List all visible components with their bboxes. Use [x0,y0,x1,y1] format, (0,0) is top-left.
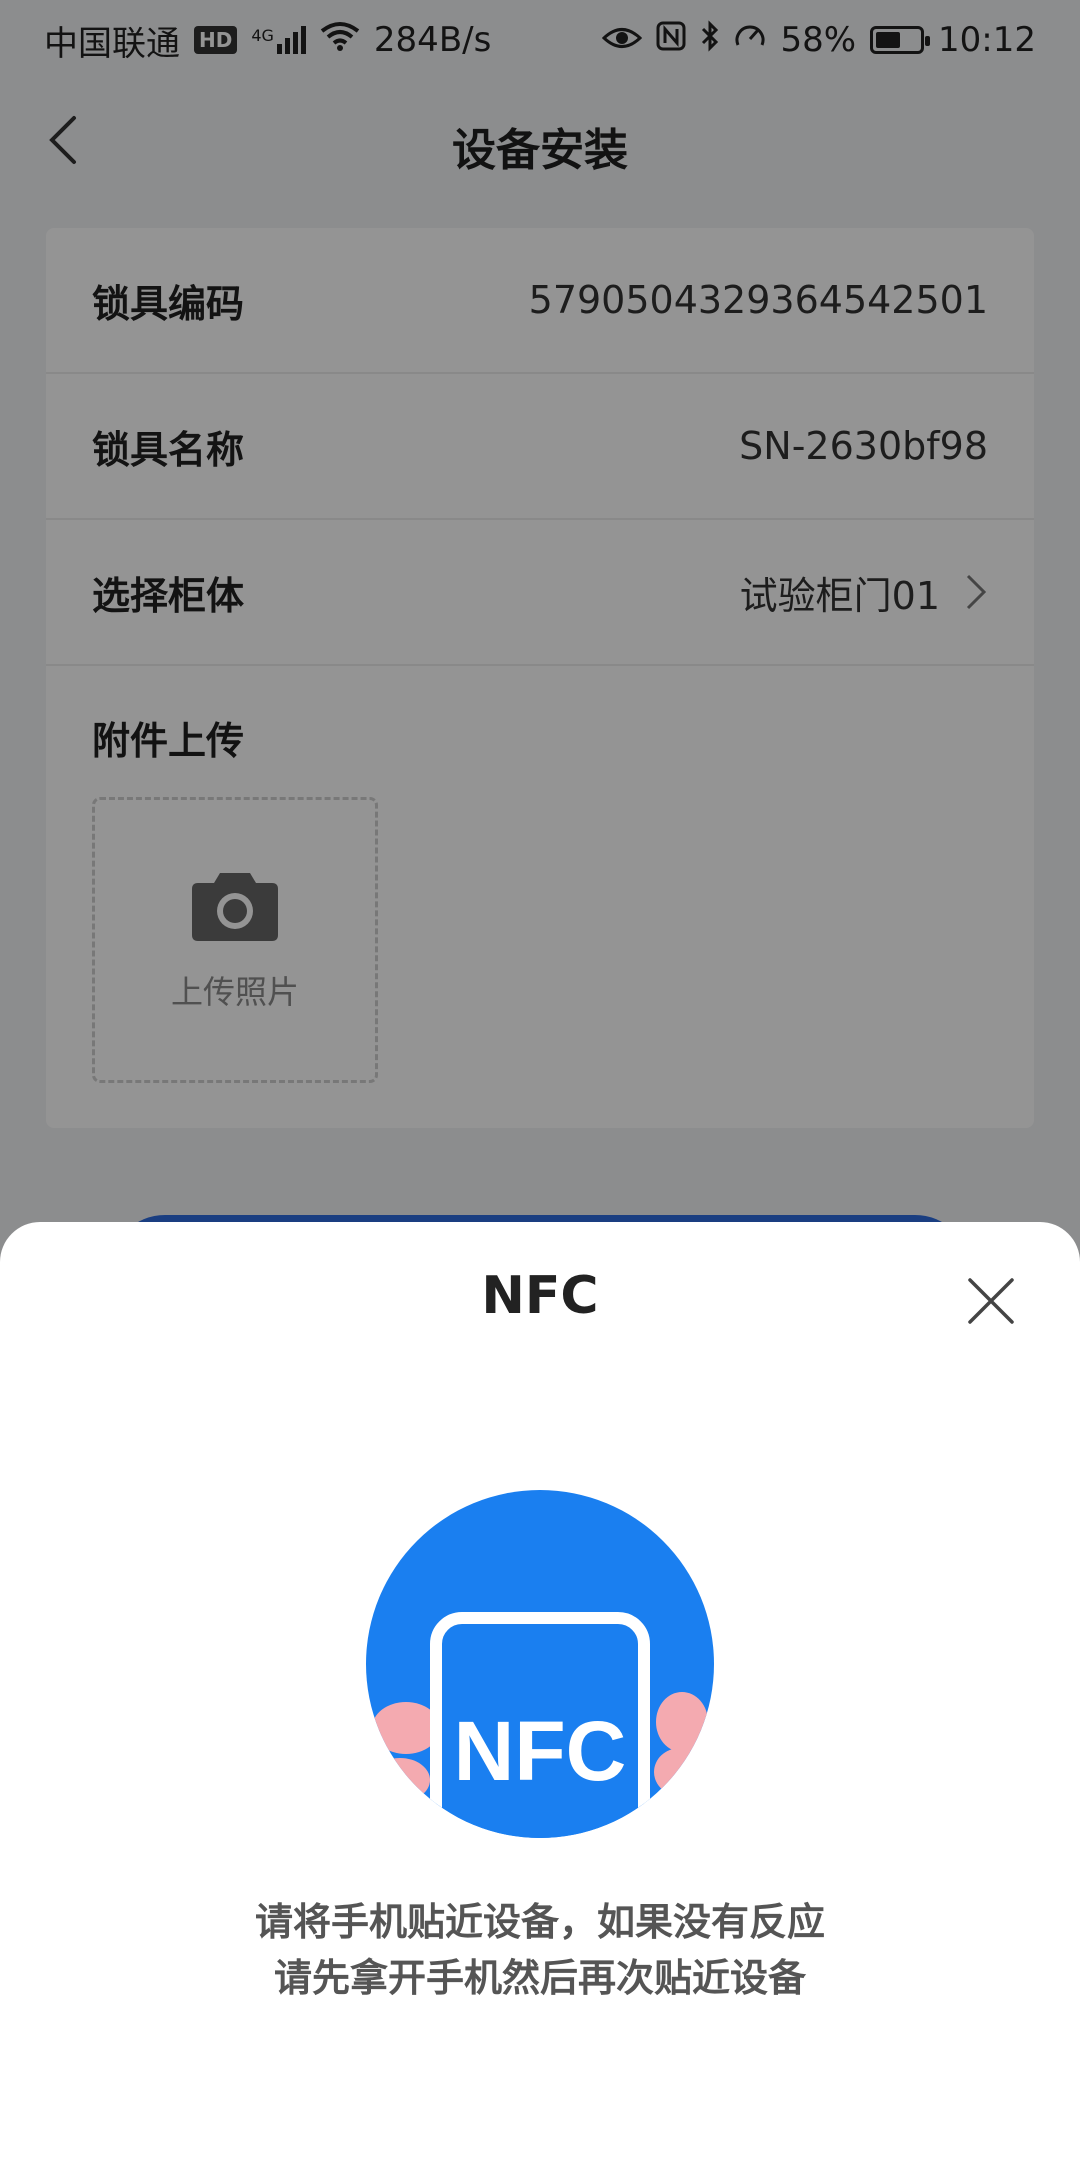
nfc-hint-line-1: 请将手机贴近设备，如果没有反应 [254,1900,825,1944]
close-icon [968,1278,1014,1324]
nfc-sheet-title: NFC [481,1266,599,1326]
nfc-bottom-sheet: NFC NFC 请将手机贴近设备，如果没有反应 请先拿开手机然后再次贴近设备 [0,1222,1080,2160]
nfc-illustration: NFC [366,1490,714,1838]
nfc-hint: 请将手机贴近设备，如果没有反应 请先拿开手机然后再次贴近设备 [0,1894,1080,2006]
close-button[interactable] [964,1274,1018,1328]
nfc-hint-line-2: 请先拿开手机然后再次贴近设备 [273,1956,806,2000]
nfc-logo-text: NFC [454,1704,627,1798]
